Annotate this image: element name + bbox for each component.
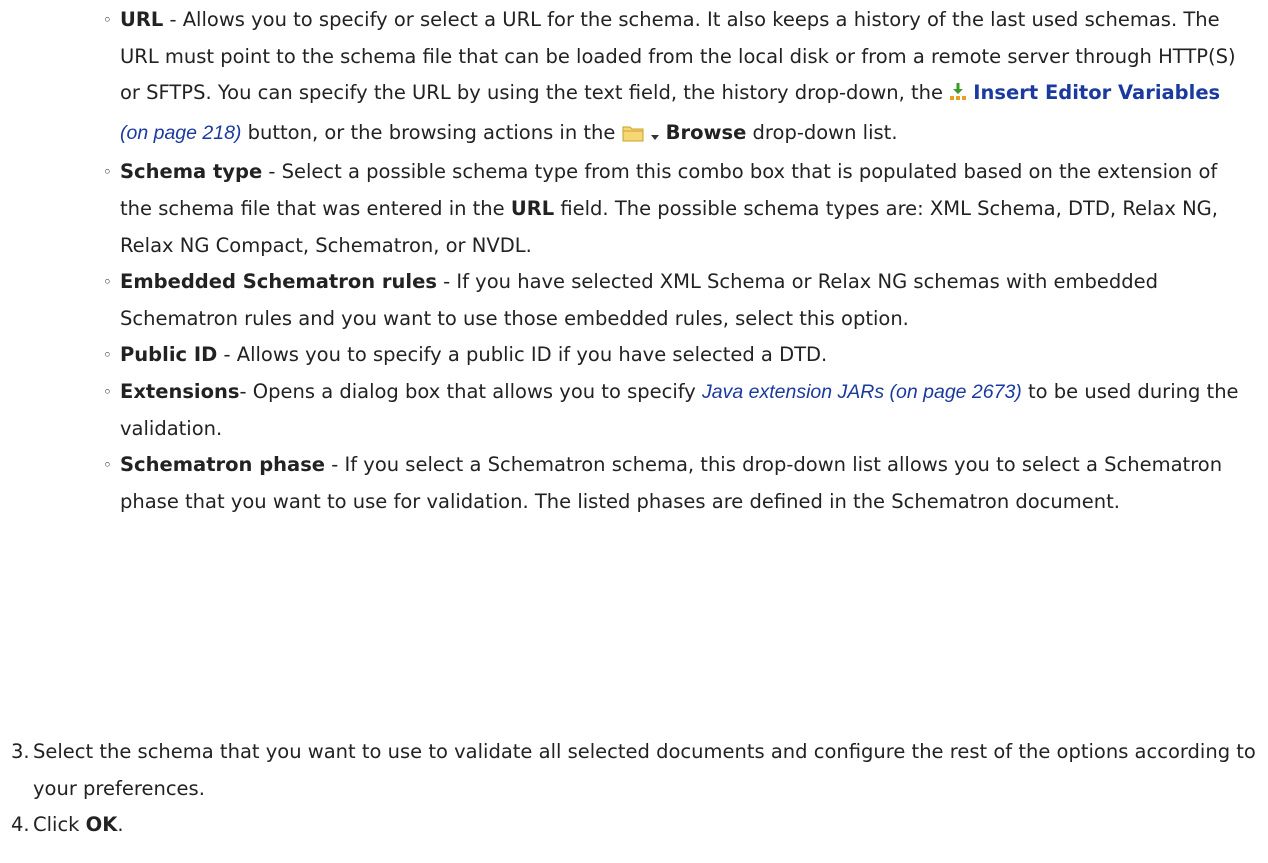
option-embedded-schematron: ◦ Embedded Schematron rules - If you hav… [103,264,1253,337]
procedure-steps: 3. Select the schema that you want to us… [0,734,1268,844]
document-page: ◦ URL - Allows you to specify or select … [0,0,1268,863]
step-number: 3. [11,740,30,763]
bullet: ◦ [103,346,112,365]
java-extension-jars-link[interactable]: Java extension JARs (on page 2673) [702,381,1022,403]
browse-label: Browse [665,120,747,144]
step-4: 4. Click OK. [0,807,1268,844]
url-description-2: button, or the browsing actions in the [241,120,622,144]
schema-options-list: ◦ URL - Allows you to specify or select … [103,2,1253,520]
insert-editor-variables-icon [949,78,967,115]
schematron-phase-term: Schematron phase [120,453,326,477]
option-schematron-phase: ◦ Schematron phase - If you select a Sch… [103,447,1253,520]
embedded-schematron-term: Embedded Schematron rules [120,270,437,294]
url-field-term: URL [510,196,555,220]
step-3: 3. Select the schema that you want to us… [0,734,1268,807]
step-3-text: Select the schema that you want to use t… [33,740,1256,800]
bullet: ◦ [103,11,112,29]
option-url: ◦ URL - Allows you to specify or select … [103,2,1253,154]
step-4-text-2: . [117,813,124,837]
bullet: ◦ [103,163,112,182]
bullet: ◦ [103,456,112,475]
option-extensions: ◦ Extensions- Opens a dialog box that al… [103,374,1253,447]
step-number: 4. [11,813,30,837]
schema-type-term: Schema type [120,160,263,184]
step-4-text-1: Click [33,813,86,837]
folder-icon [622,118,644,155]
bullet: ◦ [103,273,112,292]
ok-term: OK [85,813,118,837]
public-id-description: - Allows you to specify a public ID if y… [217,343,828,367]
extensions-description-1: - Opens a dialog box that allows you to … [239,379,703,403]
bullet: ◦ [103,382,112,401]
extensions-term: Extensions [120,379,240,403]
option-public-id: ◦ Public ID - Allows you to specify a pu… [103,337,1253,374]
dropdown-arrow-icon [650,118,660,155]
public-id-term: Public ID [120,343,218,367]
insert-editor-variables-page-ref[interactable]: (on page 218) [120,122,241,144]
url-description-3: drop-down list. [746,120,898,144]
url-term: URL [120,8,164,31]
insert-editor-variables-link[interactable]: Insert Editor Variables [973,81,1220,104]
option-schema-type: ◦ Schema type - Select a possible schema… [103,154,1253,264]
